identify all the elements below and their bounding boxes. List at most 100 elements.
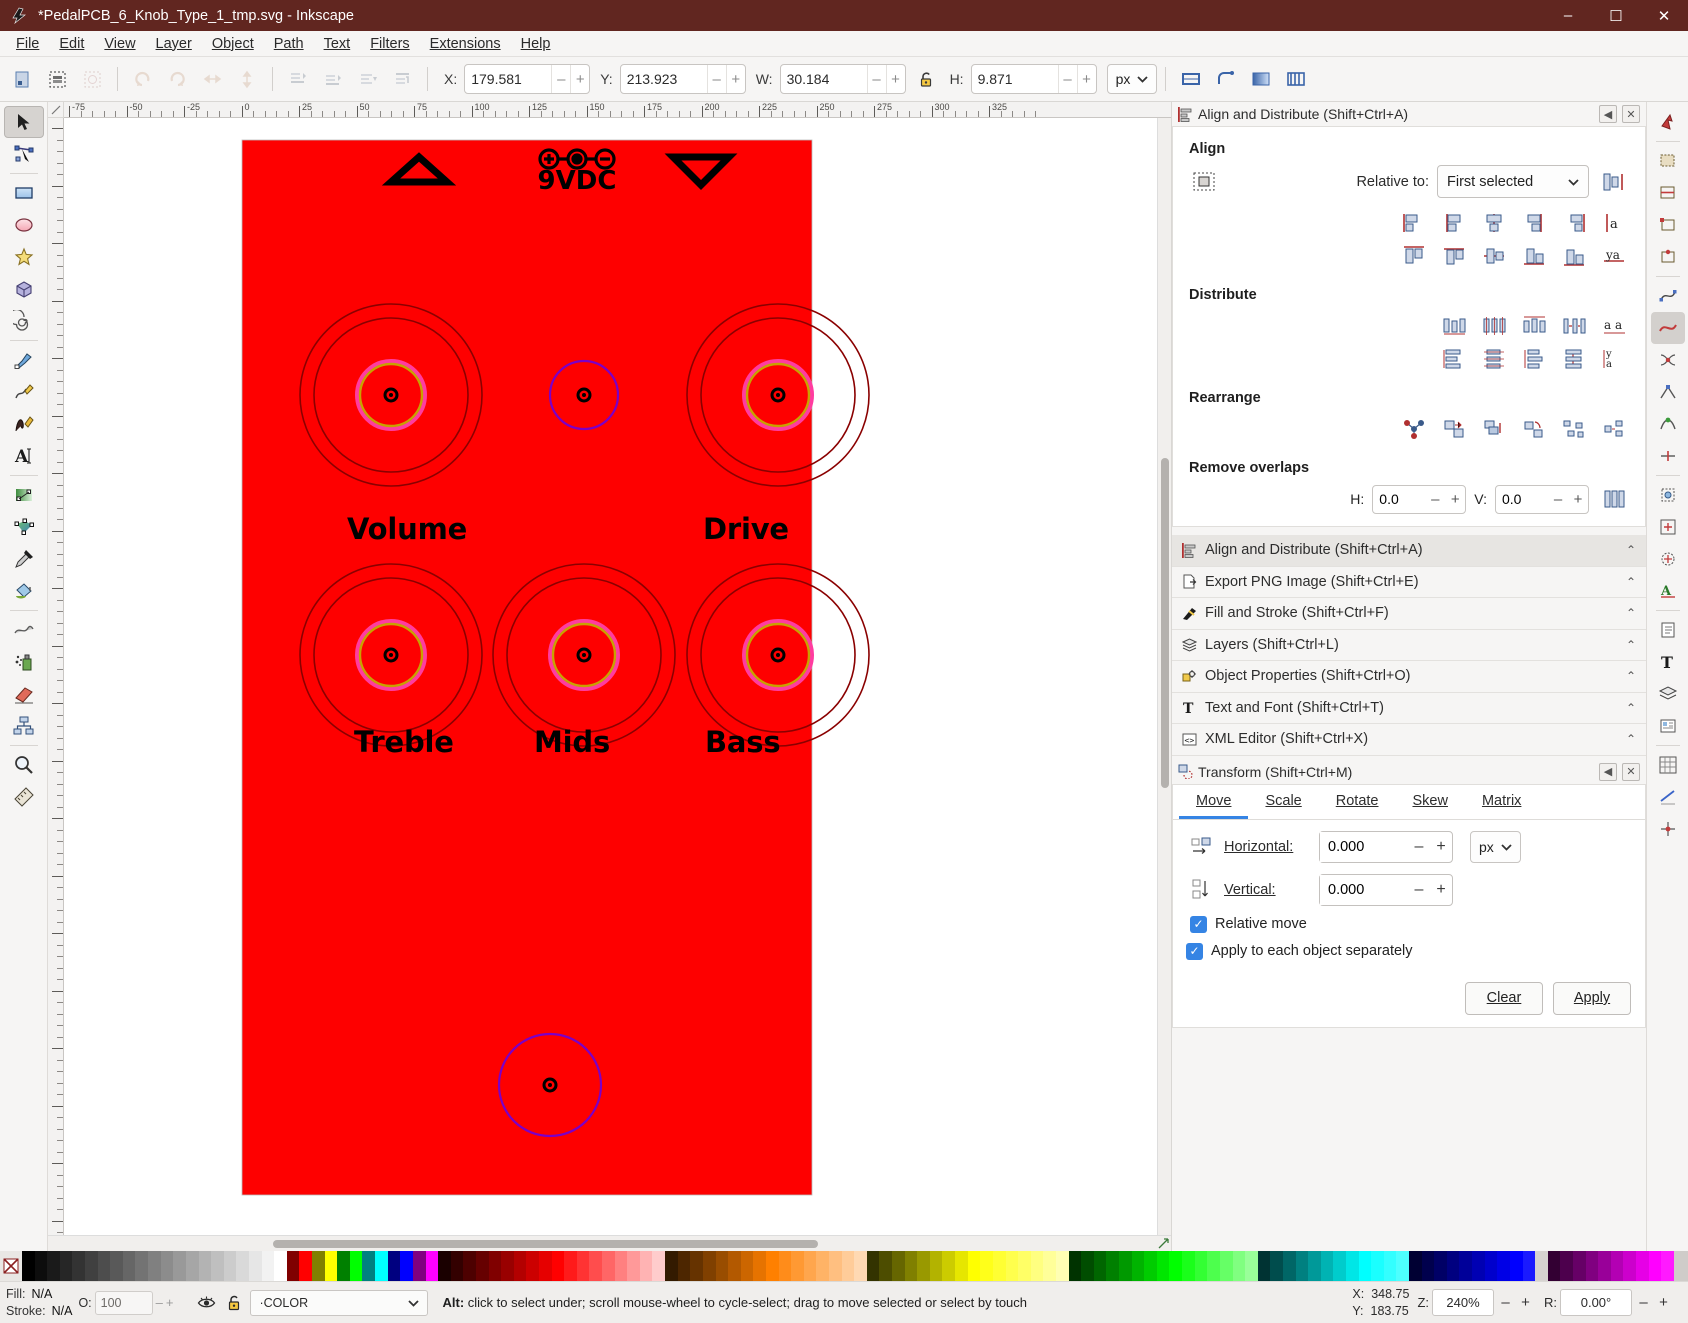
drawing-canvas[interactable]: 9VDC (64, 118, 1157, 1235)
w-increment[interactable]: + (886, 65, 905, 93)
palette-swatch[interactable] (312, 1251, 325, 1281)
palette-scrollbar[interactable] (1674, 1251, 1688, 1281)
palette-swatch[interactable] (1422, 1251, 1435, 1281)
snap-bbox-corner-icon[interactable] (1651, 209, 1685, 241)
palette-swatch[interactable] (1220, 1251, 1233, 1281)
knob-label-bass[interactable]: Bass (705, 725, 780, 759)
rotation-increment[interactable]: + (1655, 1291, 1672, 1315)
lower-icon[interactable] (351, 63, 384, 96)
star-tool[interactable] (4, 241, 44, 273)
node-tool[interactable] (4, 138, 44, 170)
align-top-edges-button[interactable] (1437, 241, 1471, 271)
palette-swatch[interactable] (1497, 1251, 1510, 1281)
palette-swatch[interactable] (489, 1251, 502, 1281)
snap-object-center-icon[interactable] (1651, 511, 1685, 543)
palette-swatch[interactable] (1535, 1251, 1548, 1281)
palette-swatch[interactable] (1510, 1251, 1523, 1281)
palette-swatch[interactable] (968, 1251, 981, 1281)
menu-help[interactable]: Help (511, 33, 561, 55)
exchange-positions-z-order-button[interactable] (1477, 414, 1511, 444)
opacity-increment[interactable]: + (166, 1295, 174, 1310)
horizontal-ruler[interactable]: -75-50-250255075100125150175200225250275… (64, 102, 1171, 118)
spray-tool[interactable] (4, 646, 44, 678)
palette-swatch[interactable] (1649, 1251, 1662, 1281)
palette-swatch[interactable] (1548, 1251, 1561, 1281)
palette-swatch[interactable] (1409, 1251, 1422, 1281)
palette-swatch[interactable] (463, 1251, 476, 1281)
treat-selection-as-group-icon[interactable] (1187, 167, 1221, 197)
palette-swatch[interactable] (1560, 1251, 1573, 1281)
selector-tool[interactable] (4, 106, 44, 138)
vertical-increment[interactable]: + (1430, 875, 1452, 905)
chevron-up-icon[interactable]: ⌃ (1626, 701, 1636, 715)
palette-swatch[interactable] (1195, 1251, 1208, 1281)
mesh-gradient-tool[interactable] (4, 511, 44, 543)
affect-patterns-icon[interactable] (1279, 63, 1312, 96)
palette-swatch[interactable] (501, 1251, 514, 1281)
palette-swatch[interactable] (640, 1251, 653, 1281)
knob-label-treble[interactable]: Treble (354, 725, 454, 759)
palette-swatch[interactable] (362, 1251, 375, 1281)
distribute-right-edges-button[interactable] (1517, 311, 1551, 341)
x-increment[interactable]: + (570, 65, 589, 93)
tab-skew[interactable]: Skew (1395, 785, 1464, 819)
align-right-edges-button[interactable] (1517, 208, 1551, 238)
tab-matrix[interactable]: Matrix (1465, 785, 1538, 819)
palette-swatch[interactable] (98, 1251, 111, 1281)
palette-swatch[interactable] (1144, 1251, 1157, 1281)
opacity-input[interactable]: 100 (95, 1291, 153, 1315)
snap-objects-group-icon[interactable] (1651, 710, 1685, 742)
palette-swatch[interactable] (1523, 1251, 1536, 1281)
overlaps-h-input[interactable] (1373, 486, 1425, 513)
palette-swatch[interactable] (1447, 1251, 1460, 1281)
horizontal-increment[interactable]: + (1430, 832, 1452, 862)
snap-bbox-edge-icon[interactable] (1651, 177, 1685, 209)
clear-button[interactable]: Clear (1465, 982, 1543, 1015)
palette-swatch[interactable] (690, 1251, 703, 1281)
palette-swatch[interactable] (1157, 1251, 1170, 1281)
unclump-objects-button[interactable] (1597, 414, 1631, 444)
palette-swatch[interactable] (1245, 1251, 1258, 1281)
palette-swatch[interactable] (678, 1251, 691, 1281)
layer-visibility-eye-icon[interactable] (197, 1295, 216, 1311)
center-on-horizontal-axis-button[interactable] (1477, 241, 1511, 271)
palette-swatch[interactable] (224, 1251, 237, 1281)
palette-swatch[interactable] (716, 1251, 729, 1281)
dropper-tool[interactable] (4, 543, 44, 575)
h-increment[interactable]: + (1077, 65, 1096, 93)
relative-to-dropdown[interactable]: First selected (1437, 165, 1589, 198)
palette-swatch[interactable] (602, 1251, 615, 1281)
maximize-button[interactable]: ☐ (1592, 0, 1640, 31)
zoom-tool[interactable] (4, 749, 44, 781)
zoom-increment[interactable]: + (1517, 1291, 1534, 1315)
connector-tool[interactable] (4, 710, 44, 742)
palette-swatch[interactable] (1094, 1251, 1107, 1281)
snap-text-icon[interactable]: T (1651, 646, 1685, 678)
remove-overlaps-apply-button[interactable] (1597, 484, 1631, 514)
chevron-up-icon[interactable]: ⌃ (1626, 575, 1636, 589)
snap-grid-icon[interactable] (1651, 749, 1685, 781)
guitar-pedal-faceplate[interactable]: 9VDC (239, 137, 1157, 1235)
flip-vertical-icon[interactable] (231, 63, 264, 96)
palette-swatch[interactable] (753, 1251, 766, 1281)
palette-swatch[interactable] (652, 1251, 665, 1281)
snap-paths-icon[interactable] (1651, 312, 1685, 344)
palette-swatch[interactable] (1573, 1251, 1586, 1281)
rotation-input[interactable]: 0.00° (1560, 1289, 1632, 1316)
relative-move-checkbox-row[interactable]: ✓ Relative move (1190, 916, 1631, 933)
palette-swatch[interactable] (514, 1251, 527, 1281)
ruler-corner[interactable] (48, 102, 64, 118)
palette-swatch[interactable] (1258, 1251, 1271, 1281)
palette-swatch[interactable] (526, 1251, 539, 1281)
palette-swatch[interactable] (741, 1251, 754, 1281)
palette-swatch[interactable] (892, 1251, 905, 1281)
palette-swatch[interactable] (1296, 1251, 1309, 1281)
palette-swatch[interactable] (211, 1251, 224, 1281)
palette-swatch[interactable] (564, 1251, 577, 1281)
palette-swatch[interactable] (249, 1251, 262, 1281)
palette-swatch[interactable] (1233, 1251, 1246, 1281)
palette-swatch[interactable] (1321, 1251, 1334, 1281)
h-decrement[interactable]: – (1058, 65, 1077, 93)
fill-stroke-indicator[interactable]: Fill:N/A Stroke:N/A (6, 1286, 72, 1320)
y-increment[interactable]: + (726, 65, 745, 93)
